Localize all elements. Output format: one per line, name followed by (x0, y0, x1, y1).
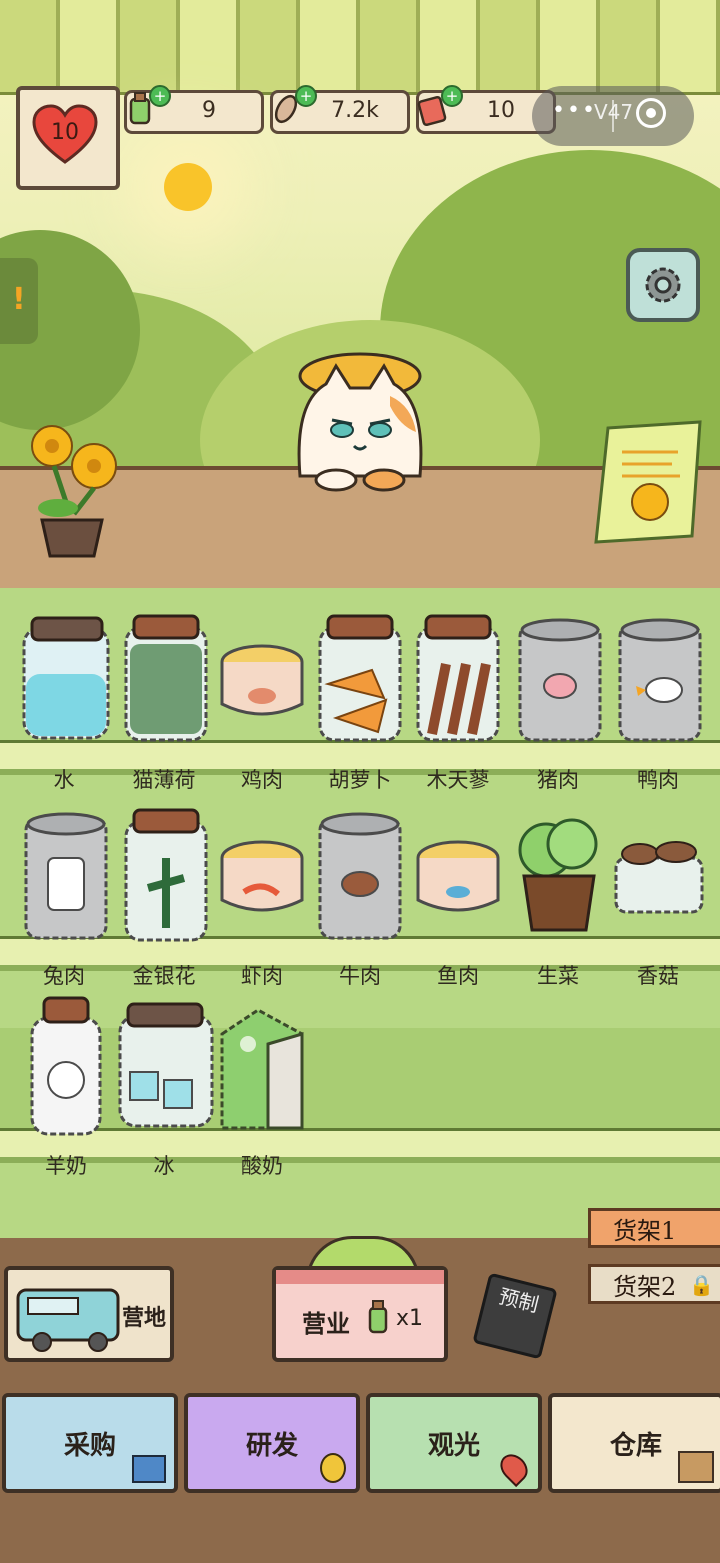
item-label: 水 (53, 768, 75, 792)
item-silvervine[interactable] (410, 614, 506, 748)
business-button[interactable]: 营业 x1 (272, 1266, 448, 1362)
item-mushroom[interactable] (612, 836, 708, 920)
item-carrot[interactable] (312, 614, 408, 748)
close-icon[interactable] (636, 98, 666, 128)
heart-count: 10 (51, 120, 79, 145)
item-label: 香菇 (637, 964, 679, 988)
settings-button[interactable] (626, 248, 700, 322)
tab-sightseeing[interactable]: 观光 (366, 1393, 542, 1493)
item-label: 牛肉 (339, 964, 381, 988)
shelf-2-tab[interactable]: 货架2 🔒 (588, 1264, 720, 1304)
mushroom-jar-icon (614, 841, 704, 914)
camp-button[interactable]: 营地 (4, 1266, 174, 1362)
bottle-count: 9 (202, 98, 216, 123)
lightbulb-icon (320, 1453, 346, 1483)
tab-research[interactable]: 研发 (184, 1393, 360, 1493)
side-notice-tab[interactable]: ! (0, 258, 38, 344)
catnip-jar-icon (124, 614, 208, 742)
silvervine-jar-icon (416, 614, 500, 742)
carrot-jar-icon (318, 614, 402, 742)
item-label: 羊奶 (45, 1154, 87, 1178)
fish-resource[interactable]: + 7.2k (270, 85, 410, 134)
item-label: 猫薄荷 (132, 768, 196, 792)
item-label: 兔肉 (43, 964, 85, 988)
shrimp-can-icon (220, 840, 304, 912)
item-label: 鸭肉 (637, 768, 679, 792)
ticket-count: 10 (487, 98, 515, 123)
item-label: 胡萝卜 (328, 768, 392, 792)
item-label: 酸奶 (241, 1154, 283, 1178)
more-icon[interactable]: ••• (552, 98, 597, 123)
basket-icon (132, 1455, 166, 1483)
item-yogurt[interactable] (212, 1004, 308, 1138)
beef-can-icon (318, 812, 402, 940)
honeysuckle-jar-icon (124, 808, 208, 942)
tab-warehouse-label: 仓库 (609, 1430, 662, 1461)
fish-count: 7.2k (331, 98, 379, 123)
item-goat-milk[interactable] (18, 994, 114, 1142)
yogurt-carton-icon (220, 1008, 304, 1130)
heart-counter[interactable]: 10 (16, 86, 120, 190)
item-label: 虾肉 (241, 964, 283, 988)
water-jar-icon (22, 616, 110, 740)
item-label: 鸡肉 (241, 768, 283, 792)
camp-label: 营地 (122, 1306, 167, 1331)
item-lettuce[interactable] (510, 814, 606, 942)
item-chicken[interactable] (214, 640, 310, 734)
flower-pot-icon (31, 425, 117, 558)
item-label: 冰 (153, 1154, 175, 1178)
tab-purchase[interactable]: 采购 (2, 1393, 178, 1493)
duck-can-icon (618, 618, 702, 742)
item-label: 猪肉 (537, 768, 579, 792)
sun-icon (164, 163, 212, 211)
item-water[interactable] (18, 614, 114, 748)
item-label: 金银花 (132, 964, 196, 988)
item-honeysuckle[interactable] (118, 808, 214, 948)
shelf-1-label: 货架1 (613, 1216, 677, 1245)
lock-icon: 🔒 (689, 1273, 714, 1297)
box-icon (678, 1451, 714, 1483)
item-fish[interactable] (410, 836, 506, 930)
item-label: 鱼肉 (437, 964, 479, 988)
item-pork[interactable] (512, 614, 608, 748)
fence (0, 0, 720, 95)
shelf-2-label: 货架2 (613, 1272, 677, 1301)
alert-icon: ! (12, 282, 26, 317)
ice-jar-icon (118, 1002, 214, 1128)
map-pin-icon (494, 1448, 534, 1488)
item-catnip[interactable] (118, 614, 214, 748)
item-label: 生菜 (537, 964, 579, 988)
cat-shopkeeper[interactable] (270, 346, 450, 492)
item-ice[interactable] (114, 1002, 214, 1134)
rabbit-can-icon (24, 812, 108, 940)
camper-van-icon (16, 1288, 120, 1352)
mini-program-capsule[interactable]: ••• V47 (532, 86, 694, 146)
business-label: 营业 (302, 1310, 350, 1338)
preorder-label: 预制 (496, 1283, 542, 1317)
shelf-1-tab[interactable]: 货架1 (588, 1208, 720, 1248)
bottle-icon (368, 1300, 388, 1334)
chicken-can-icon (220, 644, 304, 716)
item-duck[interactable] (612, 614, 708, 748)
tab-sightseeing-label: 观光 (427, 1430, 480, 1461)
lettuce-basket-icon (518, 818, 598, 932)
calendar-icon[interactable] (588, 418, 710, 548)
business-count: x1 (396, 1306, 424, 1331)
awning (276, 1270, 444, 1284)
tab-warehouse[interactable]: 仓库 (548, 1393, 720, 1493)
divider (612, 100, 614, 132)
goat-milk-bottle-icon (30, 996, 102, 1136)
tab-purchase-label: 采购 (63, 1430, 116, 1461)
item-shrimp[interactable] (214, 836, 310, 930)
item-label: 木天蓼 (426, 768, 490, 792)
item-beef[interactable] (312, 808, 408, 948)
item-rabbit[interactable] (18, 808, 114, 948)
bottle-resource[interactable]: + 9 (124, 85, 264, 134)
tab-research-label: 研发 (245, 1430, 298, 1461)
gear-icon (645, 267, 681, 303)
fish-can-icon (416, 840, 500, 912)
pork-can-icon (518, 618, 602, 742)
